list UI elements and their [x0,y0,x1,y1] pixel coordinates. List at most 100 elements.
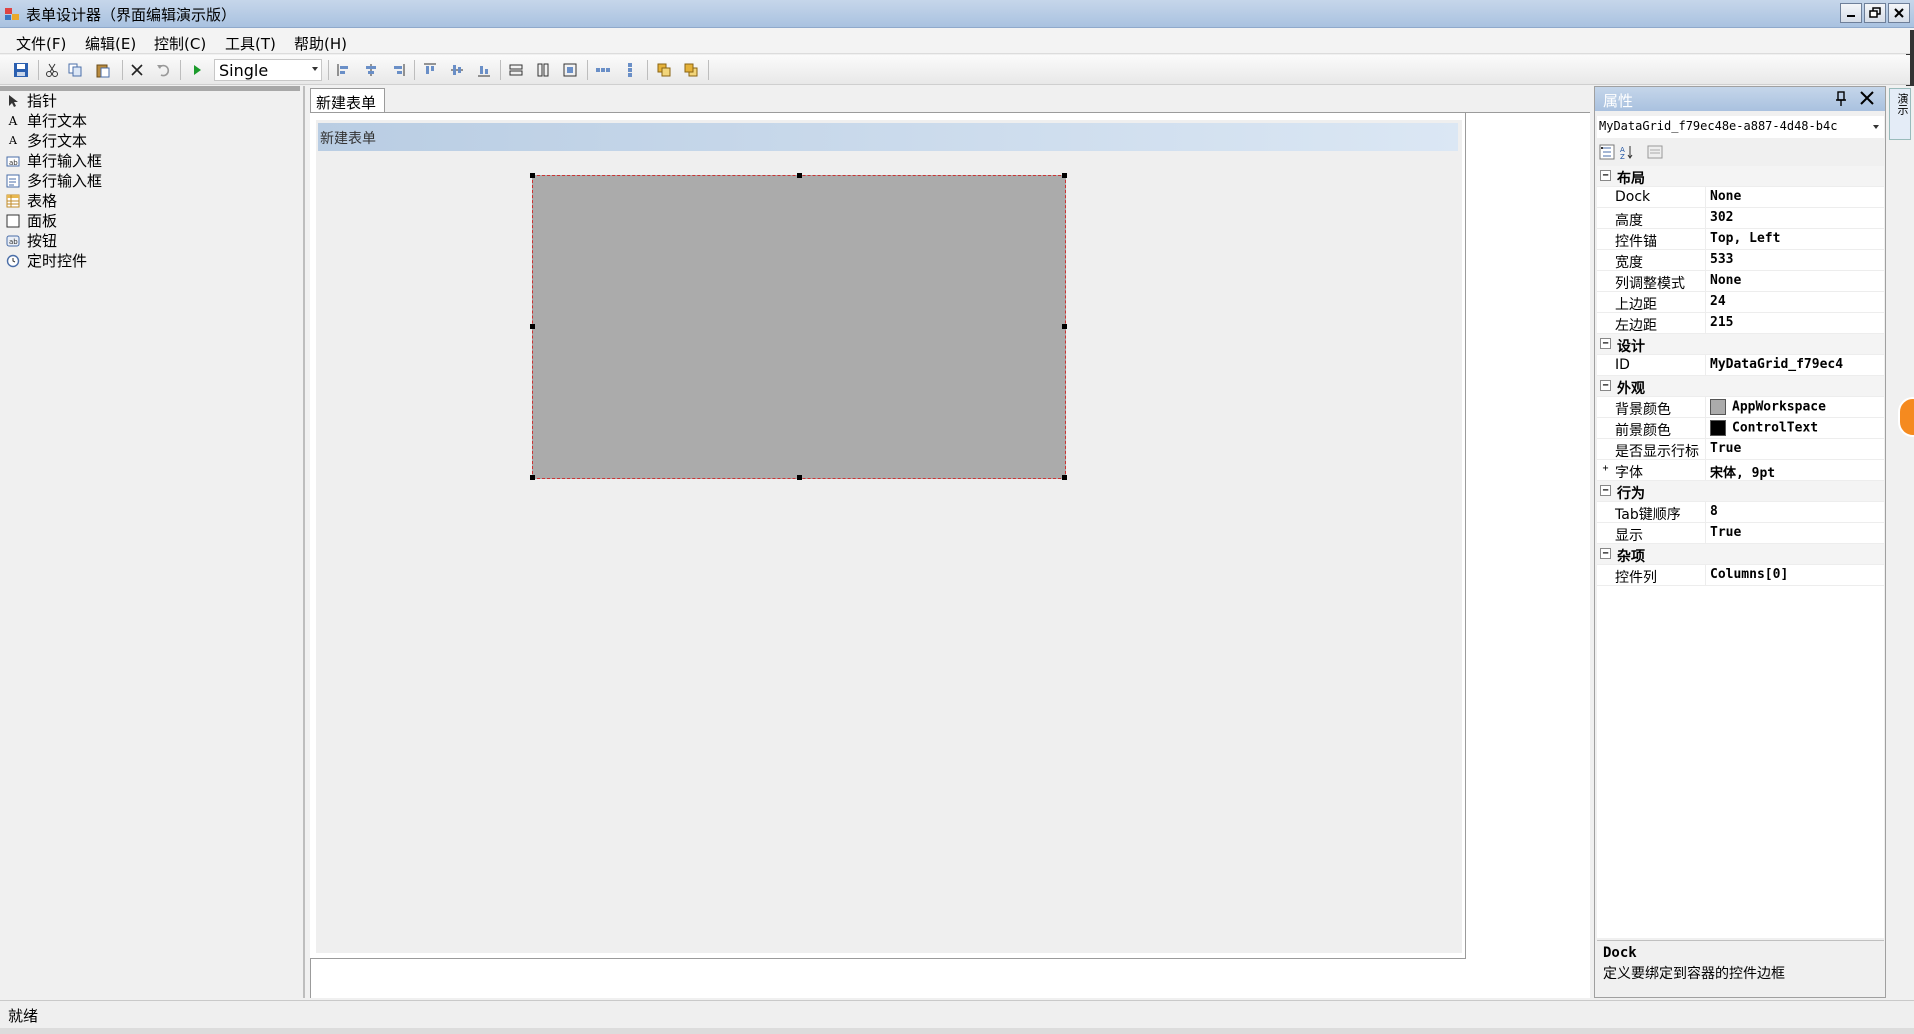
minimize-button[interactable] [1840,3,1862,23]
menu-tools[interactable]: 工具(T) [225,33,276,54]
menu-file[interactable]: 文件(F) [16,33,66,54]
property-value[interactable]: AppWorkspace [1710,399,1826,415]
same-size-button[interactable] [559,60,581,80]
resize-handle-s[interactable] [797,475,802,480]
property-value[interactable]: 302 [1710,210,1733,225]
categorized-button[interactable] [1598,143,1616,161]
property-row-height[interactable]: 高度 302 [1597,208,1884,229]
close-button[interactable] [1888,3,1910,23]
property-value[interactable]: 533 [1710,252,1733,267]
same-height-button[interactable] [532,60,554,80]
property-row-anchor[interactable]: 控件锚 Top, Left [1597,229,1884,250]
property-value[interactable]: 215 [1710,315,1733,330]
property-value[interactable]: Columns[0] [1710,567,1788,582]
bring-to-front-button[interactable] [653,60,675,80]
toolbox-item-label-control[interactable]: A 单行文本 [6,111,87,130]
align-center-button[interactable] [360,60,382,80]
property-row-visible[interactable]: 显示 True [1597,523,1884,544]
toolbox-item-panel[interactable]: 面板 [6,211,57,230]
property-value[interactable]: 8 [1710,504,1718,519]
toolbox-item-multiline-textbox[interactable]: 多行输入框 [6,171,102,190]
property-value[interactable]: 宋体, 9pt [1710,462,1775,481]
collapse-icon[interactable]: − [1600,548,1611,559]
pin-button[interactable] [1834,91,1848,107]
property-row-column-resize-mode[interactable]: 列调整模式 None [1597,271,1884,292]
align-left-button[interactable] [333,60,355,80]
same-width-button[interactable] [505,60,527,80]
restore-button[interactable] [1864,3,1886,23]
property-row-left[interactable]: 左边距 215 [1597,313,1884,334]
property-value[interactable]: None [1710,189,1741,204]
menu-help[interactable]: 帮助(H) [294,33,347,54]
delete-button[interactable] [126,60,148,80]
resize-handle-sw[interactable] [530,475,535,480]
selected-datagrid-control[interactable] [530,173,1067,480]
undo-button[interactable] [152,60,174,80]
toolbox-item-pointer[interactable]: 指针 [6,91,57,110]
toolbox-item-grid[interactable]: 表格 [6,191,57,210]
toolbox-item-multiline-label[interactable]: A 多行文本 [6,131,87,150]
run-button[interactable] [186,60,208,80]
vertical-spacing-button[interactable] [619,60,641,80]
collapse-icon[interactable]: − [1600,380,1611,391]
property-pages-button[interactable] [1646,143,1664,161]
resize-handle-n[interactable] [797,173,802,178]
property-value[interactable]: ControlText [1710,420,1818,436]
property-value[interactable]: Top, Left [1710,231,1780,246]
resize-handle-e[interactable] [1062,324,1067,329]
horizontal-spacing-button[interactable] [592,60,614,80]
cut-button[interactable] [41,60,63,80]
floating-badge[interactable] [1898,397,1914,437]
property-value[interactable]: True [1710,525,1741,540]
collapse-icon[interactable]: − [1600,170,1611,181]
collapse-icon[interactable]: − [1600,485,1611,496]
toolbox-item-timer[interactable]: 定时控件 [6,251,87,270]
property-row-show-row-header[interactable]: 是否显示行标 True [1597,439,1884,460]
side-tab[interactable]: 演示 [1889,88,1911,140]
align-middle-button[interactable] [446,60,468,80]
title-bar[interactable] [0,0,1914,28]
align-top-button[interactable] [419,60,441,80]
resize-handle-se[interactable] [1062,475,1067,480]
object-selector[interactable]: MyDataGrid_f79ec48e-a887-4d48-b4c [1597,116,1884,138]
category-appearance[interactable]: − 外观 [1597,376,1884,397]
resize-handle-ne[interactable] [1062,173,1067,178]
send-to-back-button[interactable] [680,60,702,80]
property-row-backcolor[interactable]: 背景颜色 AppWorkspace [1597,397,1884,418]
property-row-tab-order[interactable]: Tab键顺序 8 [1597,502,1884,523]
save-button[interactable] [10,60,32,80]
zoom-select[interactable]: Single [214,59,322,81]
properties-close-button[interactable] [1858,89,1876,107]
chevron-down-icon[interactable] [1873,125,1879,129]
toolbox-item-button[interactable]: ab 按钮 [6,231,57,250]
property-row-dock[interactable]: Dock None [1597,187,1884,208]
category-behavior[interactable]: − 行为 [1597,481,1884,502]
category-layout[interactable]: − 布局 [1597,166,1884,187]
property-value[interactable]: 24 [1710,294,1726,309]
form-title-bar[interactable]: 新建表单 [318,123,1458,151]
align-bottom-button[interactable] [473,60,495,80]
copy-button[interactable] [64,60,86,80]
property-value[interactable]: None [1710,273,1741,288]
category-misc[interactable]: − 杂项 [1597,544,1884,565]
property-row-top[interactable]: 上边距 24 [1597,292,1884,313]
resize-handle-w[interactable] [530,324,535,329]
collapse-icon[interactable]: − [1600,338,1611,349]
alphabetical-button[interactable]: AZ [1618,143,1636,161]
property-row-font[interactable]: + 字体 宋体, 9pt [1597,460,1884,481]
menu-edit[interactable]: 编辑(E) [85,33,136,54]
menu-control[interactable]: 控制(C) [154,33,206,54]
property-row-columns[interactable]: 控件列 Columns[0] [1597,565,1884,586]
property-value[interactable]: MyDataGrid_f79ec4 [1710,357,1843,372]
expand-icon[interactable]: + [1600,464,1611,475]
property-row-forecolor[interactable]: 前景颜色 ControlText [1597,418,1884,439]
paste-button[interactable] [92,60,114,80]
tab-new-form[interactable]: 新建表单 [310,88,385,113]
property-value[interactable]: True [1710,441,1741,456]
toolbox-item-textbox[interactable]: ab 单行输入框 [6,151,102,170]
property-row-id[interactable]: ID MyDataGrid_f79ec4 [1597,355,1884,376]
property-row-width[interactable]: 宽度 533 [1597,250,1884,271]
resize-handle-nw[interactable] [530,173,535,178]
align-right-button[interactable] [387,60,409,80]
category-design[interactable]: − 设计 [1597,334,1884,355]
